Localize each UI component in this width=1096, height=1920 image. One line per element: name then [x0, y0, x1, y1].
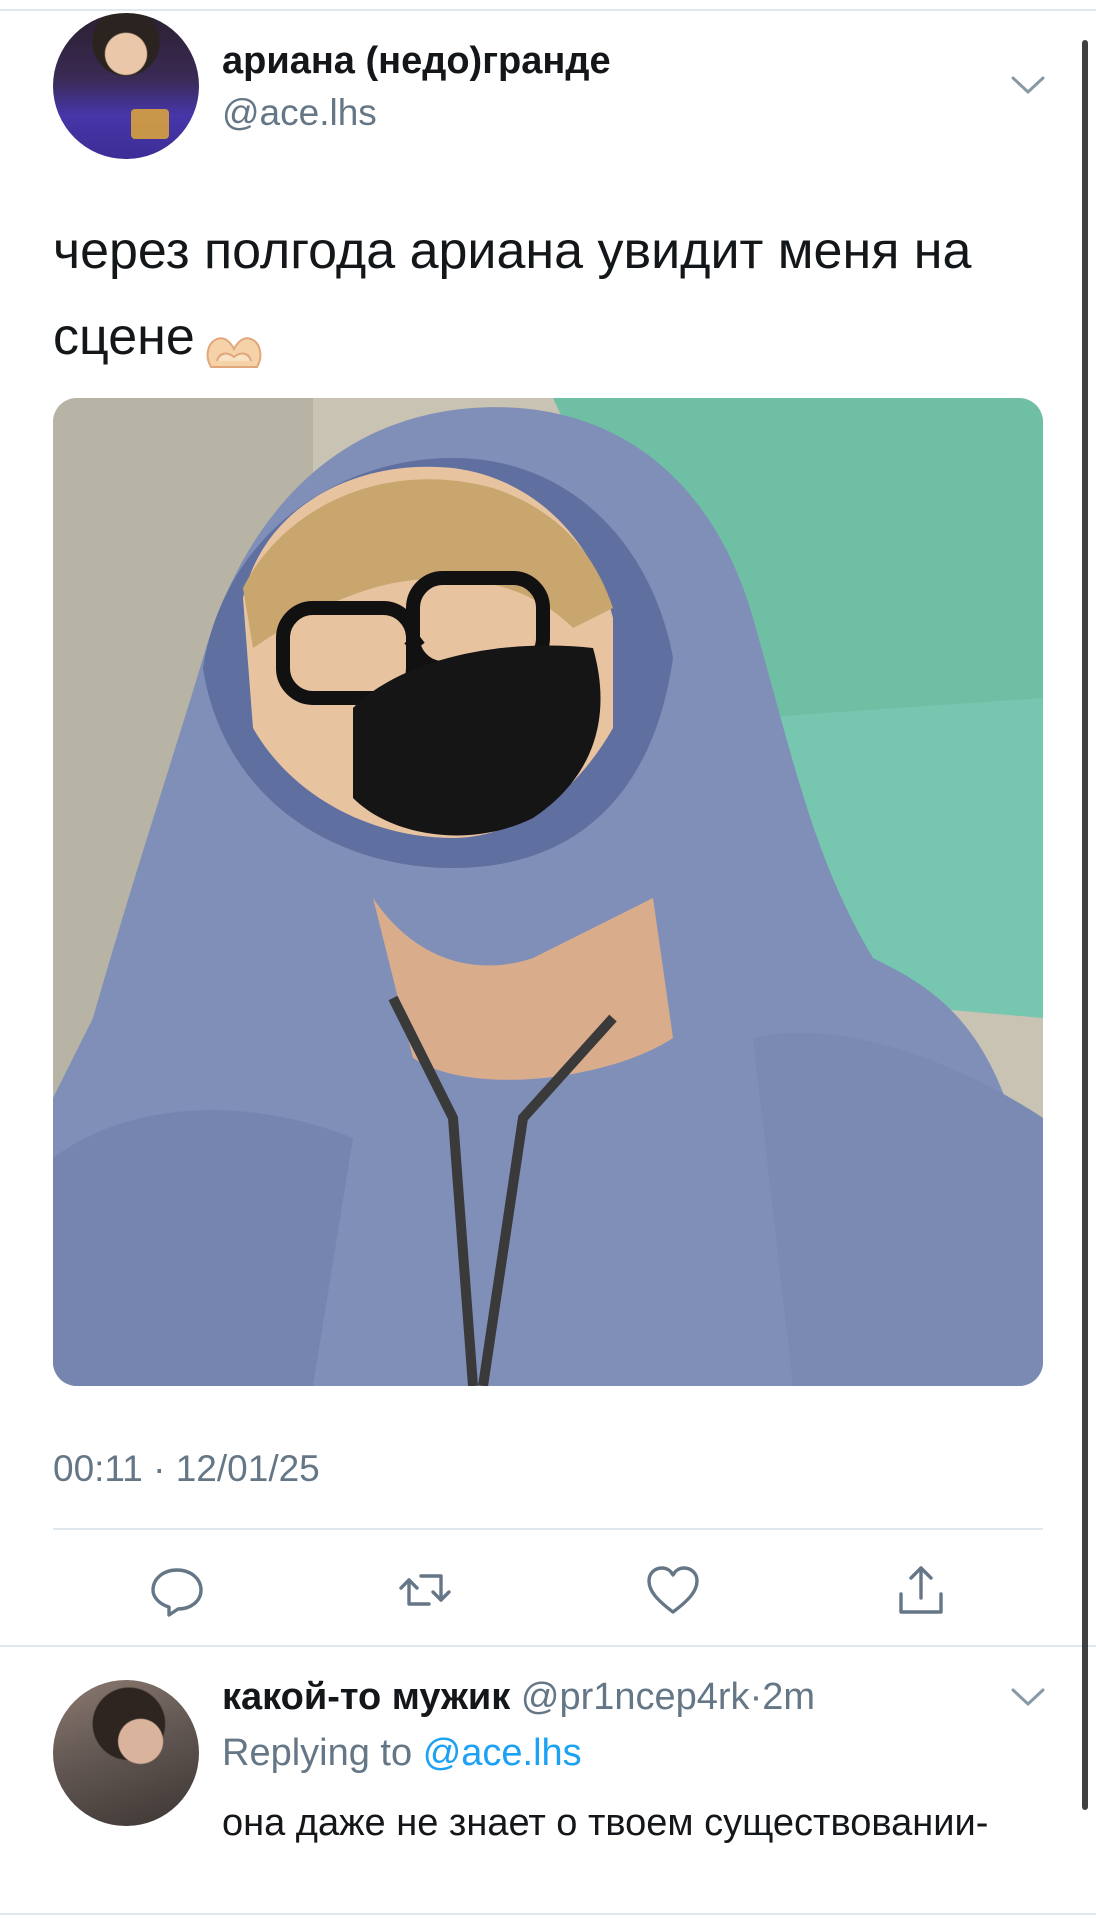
reply-text: она даже не знает о твоем существовании-: [222, 1802, 989, 1844]
reply-header: какой-то мужик @pr1ncep4rk·2m: [222, 1676, 815, 1719]
tweet-text: через полгода ариана увидит меня на сцен…: [53, 208, 1053, 380]
tweet-timestamp[interactable]: 00:11 · 12/01/25: [53, 1448, 320, 1490]
heart-hands-emoji: [203, 317, 265, 369]
reply-author-avatar[interactable]: [53, 1680, 199, 1826]
author-handle[interactable]: @ace.lhs: [222, 92, 377, 134]
tweet-text-content: через полгода ариана увидит меня на сцен…: [53, 222, 972, 366]
replying-to-prefix: Replying to: [222, 1732, 413, 1774]
like-icon[interactable]: [643, 1560, 703, 1620]
reply-divider: [0, 1645, 1096, 1647]
chevron-down-icon[interactable]: [1010, 1686, 1046, 1708]
author-avatar[interactable]: [53, 13, 199, 159]
replying-to-mention[interactable]: @ace.lhs: [423, 1732, 582, 1774]
tweet: ариана (недо)гранде @ace.lhs через полго…: [0, 0, 1096, 1645]
reply-separator: ·: [749, 1676, 763, 1718]
reply-display-name[interactable]: какой-то мужик: [222, 1676, 510, 1718]
reply-icon[interactable]: [147, 1560, 207, 1620]
reply-time[interactable]: 2m: [762, 1676, 815, 1718]
share-icon[interactable]: [891, 1560, 951, 1620]
author-display-name[interactable]: ариана (недо)гранде: [222, 40, 611, 83]
chevron-down-icon[interactable]: [1010, 74, 1046, 96]
reply-handle[interactable]: @pr1ncep4rk: [521, 1676, 750, 1718]
avatar-shirt-detail: [131, 109, 169, 139]
scrollbar[interactable]: [1082, 40, 1088, 1810]
tweet-photo[interactable]: [53, 398, 1043, 1386]
retweet-icon[interactable]: [395, 1560, 455, 1620]
replying-to-line: Replying to @ace.lhs: [222, 1732, 582, 1775]
actions-divider: [53, 1528, 1043, 1530]
bottom-divider: [0, 1913, 1096, 1915]
photo-illustration: [53, 398, 1043, 1386]
